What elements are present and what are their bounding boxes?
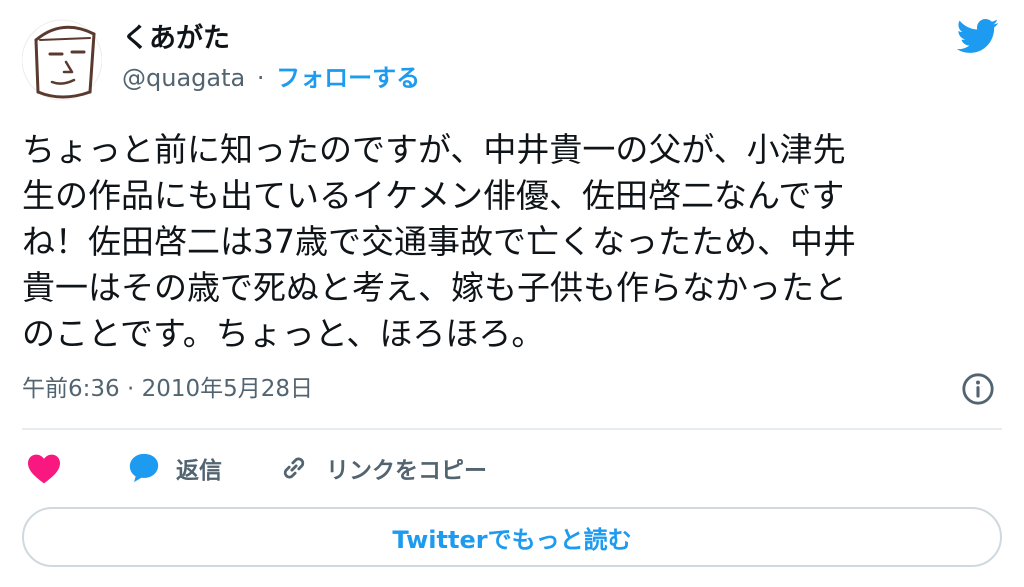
tweet-timestamp[interactable]: 午前6:36 · 2010年5月28日 <box>22 372 313 406</box>
copy-link-label: リンクをコピー <box>326 458 487 484</box>
heart-icon <box>28 454 60 484</box>
tweet-text: ちょっと前に知ったのですが、中井貴一の父が、小津先 生の作品にも出ているイケメン… <box>22 127 1000 357</box>
tweet-line: 生の作品にも出ているイケメン俳優、佐田啓二なんです <box>22 176 845 215</box>
author-name[interactable]: くあがた <box>122 22 230 56</box>
tweet-embed-card: くあがた @quagata · フォローする ちょっと前に知ったのですが、中井貴… <box>0 0 1024 587</box>
tweet-line: ちょっと前に知ったのですが、中井貴一の父が、小津先 <box>22 130 846 169</box>
author-handle-row: @quagata · フォローする <box>122 62 420 94</box>
info-circle-icon[interactable] <box>961 372 995 406</box>
twitter-bird-icon[interactable] <box>952 14 1002 58</box>
copy-link-button[interactable]: リンクをコピー <box>276 448 487 488</box>
read-more-label: Twitterでもっと読む <box>392 525 632 554</box>
tweet-line: のことです。ちょっと、ほろほろ。 <box>22 314 545 353</box>
reply-label: 返信 <box>176 458 222 484</box>
reply-button[interactable]: 返信 <box>126 448 222 488</box>
read-more-button[interactable]: Twitterでもっと読む <box>22 507 1002 567</box>
tweet-line: ね！佐田啓二は37歳で交通事故で亡くなったため、中井 <box>22 222 856 261</box>
follow-button[interactable]: フォローする <box>276 64 420 92</box>
link-icon <box>283 457 305 479</box>
divider <box>22 428 1002 430</box>
author-handle[interactable]: @quagata <box>122 64 245 92</box>
like-button[interactable] <box>26 448 62 488</box>
separator-dot: · <box>256 64 265 92</box>
tweet-line: 貴一はその歳で死ぬと考え、嫁も子供も作らなかったと <box>22 268 847 307</box>
speech-bubble-icon <box>129 453 159 483</box>
avatar[interactable] <box>22 14 102 106</box>
